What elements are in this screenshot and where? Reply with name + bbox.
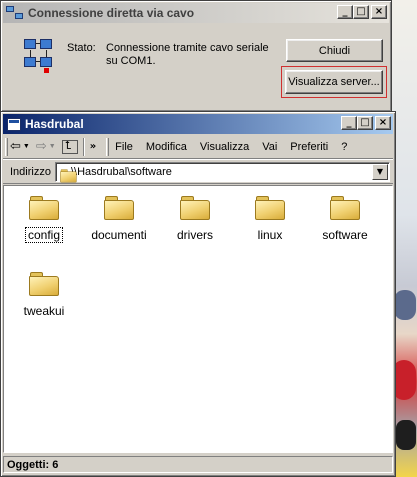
explorer-window: Hasdrubal _ □ × ⇦ ▼ ⇨ ▼ » File Modifica … <box>0 111 396 477</box>
close-connection-label: Chiudi <box>318 44 351 57</box>
explorer-titlebar[interactable]: Hasdrubal _ □ × <box>3 114 393 134</box>
address-dropdown-icon[interactable]: ▼ <box>372 163 388 180</box>
folder-label: linux <box>257 228 283 242</box>
menu-help[interactable]: ? <box>341 141 347 153</box>
folder-icon <box>27 194 61 222</box>
menu-grip[interactable] <box>106 137 110 156</box>
folder-label: software <box>322 228 368 242</box>
status-label: Stato: <box>67 42 96 54</box>
folder-icon <box>102 194 136 222</box>
view-server-label: Visualizza server... <box>288 76 380 88</box>
folder-item-documenti[interactable]: documenti <box>84 188 154 252</box>
folder-item-drivers[interactable]: drivers <box>160 188 230 252</box>
object-count: Oggetti: 6 <box>3 456 393 473</box>
address-input[interactable]: \\Hasdrubal\software ▼ <box>54 161 390 182</box>
close-button[interactable]: × <box>371 5 387 19</box>
maximize-button[interactable]: □ <box>357 116 373 130</box>
up-folder-icon[interactable] <box>61 139 78 154</box>
forward-dropdown-icon[interactable]: ▼ <box>49 143 56 150</box>
menu-preferiti[interactable]: Preferiti <box>290 141 328 153</box>
back-dropdown-icon[interactable]: ▼ <box>23 143 30 150</box>
status-text: Connessione tramite cavo seriale su COM1… <box>106 42 269 67</box>
folder-item-tweakui[interactable]: tweakui <box>9 264 79 328</box>
forward-arrow-icon[interactable]: ⇨ <box>36 139 47 154</box>
folder-icon <box>59 168 77 182</box>
direct-cable-dialog: Connessione diretta via cavo _ □ × Stato… <box>0 0 392 112</box>
folder-item-linux[interactable]: linux <box>235 188 305 252</box>
menu-modifica[interactable]: Modifica <box>146 141 187 153</box>
dialog-window-controls: _ □ × <box>337 5 387 19</box>
network-computers-icon <box>21 37 55 73</box>
address-bar: Indirizzo \\Hasdrubal\software ▼ <box>3 160 393 184</box>
maximize-button[interactable]: □ <box>353 5 369 19</box>
toolbar: ⇦ ▼ ⇨ ▼ » File Modifica Visualizza Vai P… <box>3 135 393 159</box>
folder-icon <box>253 194 287 222</box>
folder-icon <box>178 194 212 222</box>
explorer-title: Hasdrubal <box>25 117 84 131</box>
minimize-button[interactable]: _ <box>341 116 357 130</box>
view-server-button[interactable]: Visualizza server... <box>285 70 383 94</box>
address-value: \\Hasdrubal\software <box>70 165 172 178</box>
folder-item-config[interactable]: config <box>9 188 79 252</box>
folder-icon <box>328 194 362 222</box>
status-bar: Oggetti: 6 <box>3 455 393 474</box>
connection-icon <box>6 5 24 21</box>
menu-vai[interactable]: Vai <box>262 141 277 153</box>
wallpaper-shape <box>394 290 416 320</box>
menu-file[interactable]: File <box>115 141 133 153</box>
close-button[interactable]: × <box>375 116 391 130</box>
close-connection-button[interactable]: Chiudi <box>286 39 383 62</box>
minimize-button[interactable]: _ <box>337 5 353 19</box>
explorer-window-controls: _ □ × <box>341 116 391 130</box>
file-list: config documenti drivers linux software … <box>3 185 393 453</box>
dialog-titlebar[interactable]: Connessione diretta via cavo _ □ × <box>3 3 389 23</box>
folder-label: config <box>24 227 64 243</box>
folder-icon <box>27 270 61 298</box>
menu-visualizza[interactable]: Visualizza <box>200 141 249 153</box>
server-button-highlight: Visualizza server... <box>281 66 387 98</box>
dialog-title: Connessione diretta via cavo <box>28 6 195 20</box>
folder-label: tweakui <box>23 304 65 318</box>
back-arrow-icon[interactable]: ⇦ <box>10 139 21 154</box>
folder-label: drivers <box>176 228 213 242</box>
toolbar-separator <box>82 137 85 156</box>
window-icon <box>7 117 21 131</box>
toolbar-grip[interactable] <box>5 137 8 156</box>
folder-label: documenti <box>91 228 147 242</box>
address-label: Indirizzo <box>10 165 51 178</box>
wallpaper-shape <box>396 420 416 450</box>
folder-item-software[interactable]: software <box>310 188 380 252</box>
toolbar-overflow-icon[interactable]: » <box>90 141 96 152</box>
